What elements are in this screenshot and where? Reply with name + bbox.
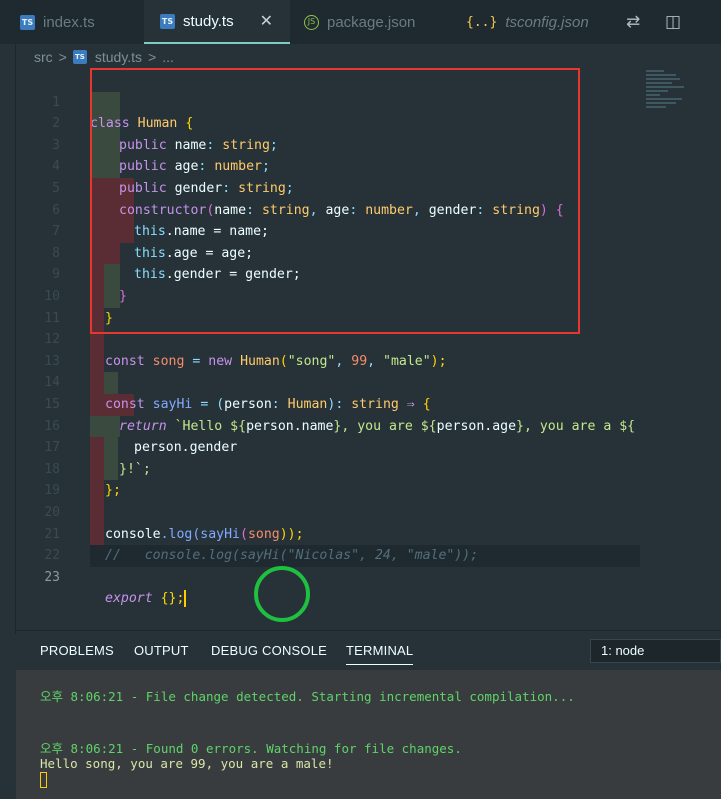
terminal-line: 오후 8:06:21 - Found 0 errors. Watching fo…	[40, 741, 462, 756]
tab-package-json[interactable]: JS package.json	[290, 0, 446, 44]
code-line: 17 }!`;	[16, 416, 656, 477]
chevron-right-icon: >	[148, 49, 157, 65]
code-line: 15 return `Hello ${person.name}, you are…	[16, 372, 656, 434]
code-line: 21 // console.log(sayHi("Nicolas", 24, "…	[16, 502, 656, 564]
minimap[interactable]	[646, 70, 686, 120]
code-line: 16 person.gender	[16, 394, 656, 456]
breadcrumb: src > TS study.ts > ...	[0, 44, 721, 70]
tab-label: package.json	[327, 13, 416, 31]
sidebar-edge	[0, 44, 16, 634]
chevron-right-icon: >	[58, 49, 67, 65]
nodejs-file-icon: JS	[304, 14, 319, 30]
code-line-current: 23 export {};	[16, 545, 656, 607]
tab-index-ts[interactable]: TS index.ts	[16, 0, 144, 44]
tab-debug-console[interactable]: DEBUG CONSOLE	[211, 643, 327, 658]
panel-tab-bar: PROBLEMS OUTPUT DEBUG CONSOLE TERMINAL 1…	[16, 630, 721, 670]
typescript-file-icon: TS	[20, 14, 35, 30]
tab-output[interactable]: OUTPUT	[134, 643, 189, 658]
json-braces-icon: {..}	[466, 14, 498, 30]
tab-terminal[interactable]: TERMINAL	[346, 643, 414, 665]
tab-bar: TS index.ts TS study.ts ✕ JS package.jso…	[0, 0, 721, 44]
tab-tsconfig-json[interactable]: {..} tsconfig.json	[446, 0, 596, 44]
code-editor[interactable]: 1 class Human { 2 public name: string; 3…	[16, 68, 721, 630]
typescript-file-icon: TS	[160, 13, 175, 29]
close-icon[interactable]: ✕	[260, 11, 273, 31]
terminal-cursor	[40, 772, 47, 788]
code-line: 20 console.log(sayHi(song));	[16, 480, 656, 542]
tab-study-ts[interactable]: TS study.ts ✕	[144, 0, 290, 44]
tab-label: tsconfig.json	[505, 13, 589, 31]
tab-label: index.ts	[43, 13, 95, 31]
code-line: 19	[16, 459, 656, 498]
terminal-output[interactable]: 오후 8:06:21 - File change detected. Start…	[16, 670, 721, 799]
tab-label: study.ts	[183, 12, 234, 30]
terminal-select-dropdown[interactable]: 1: node	[590, 639, 721, 663]
line-number: 23	[44, 569, 60, 585]
tab-problems[interactable]: PROBLEMS	[40, 643, 114, 658]
click-indicator-circle	[254, 566, 310, 622]
text-cursor	[184, 589, 187, 607]
split-editor-icon[interactable]: ◫	[665, 12, 681, 32]
breadcrumb-folder[interactable]: src	[34, 49, 53, 65]
code-line: 22	[16, 524, 656, 563]
code-line: 14 const sayHi = (person: Human): string…	[16, 351, 656, 412]
breadcrumb-more[interactable]: ...	[162, 49, 174, 65]
code-line: 18 };	[16, 437, 656, 499]
annotation-red-box	[90, 68, 580, 334]
terminal-line: Hello song, you are 99, you are a male!	[40, 756, 334, 771]
terminal-line: 오후 8:06:21 - File change detected. Start…	[40, 689, 575, 704]
breadcrumb-file[interactable]: study.ts	[95, 49, 142, 65]
source-control-compare-icon[interactable]: ⇄	[626, 12, 640, 32]
typescript-file-icon: TS	[72, 50, 87, 64]
